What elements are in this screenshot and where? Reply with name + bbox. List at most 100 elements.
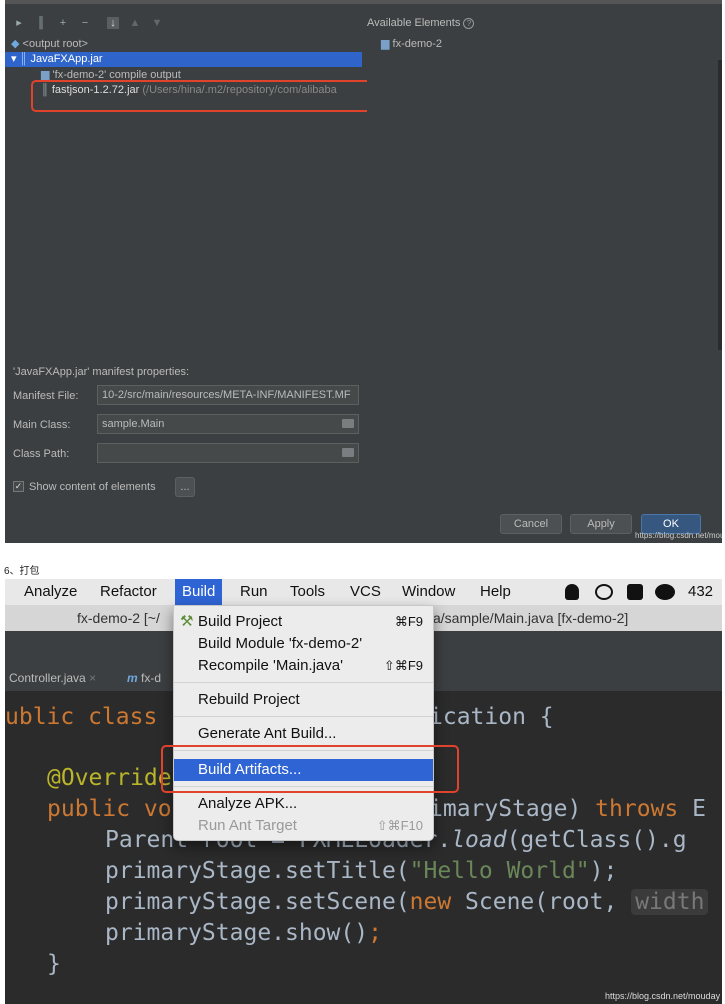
manifest-file-field[interactable]: 10-2/src/main/resources/META-INF/MANIFES… xyxy=(97,385,359,405)
main-class-value: sample.Main xyxy=(102,418,165,430)
add-icon[interactable]: + xyxy=(57,17,69,29)
code-line-3-end: imaryStage) throws E xyxy=(429,794,706,825)
menu-separator xyxy=(174,716,433,717)
add-folder-icon[interactable]: ▸ xyxy=(13,17,25,29)
tab-label: fx-d xyxy=(141,671,162,685)
code-token: public vo xyxy=(47,796,172,822)
code-line-5: primaryStage.setTitle("Hello World"); xyxy=(105,856,617,887)
menu-item-generate-ant[interactable]: Generate Ant Build... xyxy=(174,723,433,745)
tab-controller[interactable]: Controller.java × xyxy=(9,665,96,691)
tab-main[interactable]: m fx-d xyxy=(127,665,161,691)
cancel-button[interactable]: Cancel xyxy=(500,514,562,534)
code-token: primaryStage.show() xyxy=(105,920,369,946)
code-line-2: @Override xyxy=(47,765,172,791)
shortcut: ⇧⌘F9 xyxy=(383,658,423,673)
output-root-icon: ◆ xyxy=(11,38,20,50)
show-content-label: Show content of elements xyxy=(29,481,156,493)
title-left: fx-demo-2 [~/ xyxy=(77,610,160,626)
module-folder-icon: ▆ xyxy=(381,38,390,50)
code-token: (getClass().g xyxy=(506,827,687,853)
menu-bar: Analyze Refactor Build Run Tools VCS Win… xyxy=(5,579,722,626)
tray-text: 432字 xyxy=(688,583,714,626)
show-content-checkbox[interactable]: ✓ xyxy=(13,481,24,492)
jar-icon: ║ xyxy=(19,53,31,65)
manifest-file-label: Manifest File: xyxy=(13,390,79,402)
tree-item-label: <output root> xyxy=(22,38,88,50)
menu-tools[interactable]: Tools xyxy=(283,579,332,605)
menu-item-label: Generate Ant Build... xyxy=(198,725,337,742)
menu-item-run-ant: Run Ant Target ⇧⌘F10 xyxy=(174,815,433,837)
code-line-8: } xyxy=(47,951,61,977)
menu-run[interactable]: Run xyxy=(233,579,275,605)
code-token: primaryStage.setScene( xyxy=(105,889,410,915)
browse-folder-icon[interactable] xyxy=(342,419,354,428)
class-path-label: Class Path: xyxy=(13,448,70,460)
hammer-icon: ⚒ xyxy=(180,613,194,630)
menu-item-build-project[interactable]: ⚒ Build Project ⌘F9 xyxy=(174,611,433,633)
menu-help[interactable]: Help xyxy=(473,579,518,605)
menu-vcs[interactable]: VCS xyxy=(343,579,388,605)
sort-icon[interactable]: ↓ xyxy=(107,17,119,29)
close-icon[interactable]: × xyxy=(89,671,96,685)
manifest-file-value: 10-2/src/main/resources/META-INF/MANIFES… xyxy=(102,389,351,401)
menu-analyze[interactable]: Analyze xyxy=(17,579,84,605)
build-menu: ⚒ Build Project ⌘F9 Build Module 'fx-dem… xyxy=(173,605,434,841)
menu-item-build-module[interactable]: Build Module 'fx-demo-2' xyxy=(174,633,433,655)
move-up-icon[interactable]: ▲ xyxy=(129,17,141,29)
more-button[interactable]: ... xyxy=(175,477,195,497)
highlight-box xyxy=(31,80,373,112)
code-token: ; xyxy=(368,920,382,946)
main-class-field[interactable]: sample.Main xyxy=(97,414,359,434)
help-icon[interactable]: ? xyxy=(463,18,475,29)
menu-item-label: Build Module 'fx-demo-2' xyxy=(198,635,363,652)
watermark: https://blog.csdn.net/mouday xyxy=(635,531,722,540)
move-down-icon[interactable]: ▼ xyxy=(151,17,163,29)
dialog-tabs-strip xyxy=(5,0,722,4)
code-token: ublic class xyxy=(5,704,172,730)
code-token: primaryStage.setTitle( xyxy=(105,858,410,884)
tree-item-label: JavaFXApp.jar xyxy=(30,53,103,65)
chat-icon[interactable] xyxy=(595,584,613,600)
class-path-field[interactable] xyxy=(97,443,359,463)
title-right: a/sample/Main.java [fx-demo-2] xyxy=(433,610,629,626)
code-token: Scene(root, xyxy=(465,889,632,915)
ide-window: Analyze Refactor Build Run Tools VCS Win… xyxy=(5,579,722,1004)
available-item-label: fx-demo-2 xyxy=(392,38,443,50)
menu-item-analyze-apk[interactable]: Analyze APK... xyxy=(174,793,433,815)
available-elements-list[interactable]: ▆ fx-demo-2 xyxy=(367,37,717,347)
menu-item-label: Analyze APK... xyxy=(198,795,298,812)
code-line-1: ublic class xyxy=(5,702,171,733)
menu-build[interactable]: Build xyxy=(175,579,223,605)
tree-item-output-root[interactable]: ◆ <output root> xyxy=(11,37,88,52)
main-class-label: Main Class: xyxy=(13,419,71,431)
watermark: https://blog.csdn.net/mouday xyxy=(605,991,721,1001)
remove-icon[interactable]: − xyxy=(79,17,91,29)
code-token: ication { xyxy=(429,704,554,730)
scrollbar[interactable] xyxy=(718,60,722,350)
code-token: new xyxy=(409,889,466,915)
code-line-1-end: ication { xyxy=(429,702,554,733)
menu-item-recompile[interactable]: Recompile 'Main.java' ⇧⌘F9 xyxy=(174,655,433,677)
manifest-heading: 'JavaFXApp.jar' manifest properties: xyxy=(13,366,189,378)
wechat-icon[interactable] xyxy=(655,584,675,600)
menu-item-rebuild[interactable]: Rebuild Project xyxy=(174,689,433,711)
tree-item-jar[interactable]: ▾ ║ JavaFXApp.jar xyxy=(5,52,362,67)
archive-icon[interactable]: ║ xyxy=(35,17,47,29)
code-line-6: primaryStage.setScene(new Scene(root, wi… xyxy=(105,887,709,918)
available-item[interactable]: ▆ fx-demo-2 xyxy=(381,37,442,52)
notes-icon[interactable] xyxy=(627,584,643,600)
shortcut: ⇧⌘F10 xyxy=(376,818,423,833)
code-token: "Hello World" xyxy=(409,858,590,884)
browse-folder-icon[interactable] xyxy=(342,448,354,457)
apply-button[interactable]: Apply xyxy=(570,514,632,534)
menu-item-label: Recompile 'Main.java' xyxy=(198,657,343,674)
menu-refactor[interactable]: Refactor xyxy=(93,579,164,605)
code-line-3: public vo xyxy=(47,794,172,825)
code-token: imaryStage) xyxy=(429,796,596,822)
tab-label: Controller.java xyxy=(9,671,86,685)
qq-icon[interactable] xyxy=(565,584,579,600)
menu-window[interactable]: Window xyxy=(395,579,462,605)
available-elements-header: Available Elements ? xyxy=(367,17,722,29)
parameter-hint: width xyxy=(631,889,709,915)
code-token: load xyxy=(451,827,507,853)
